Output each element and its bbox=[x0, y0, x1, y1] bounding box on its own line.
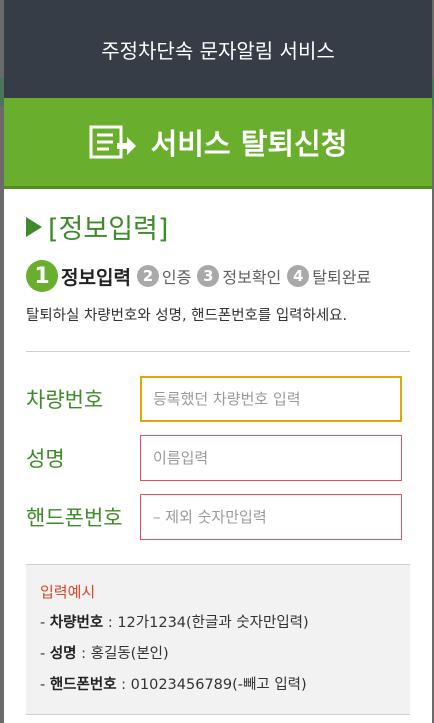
example-key: 차량번호 bbox=[49, 615, 104, 631]
example-separator: : bbox=[76, 646, 91, 662]
banner: 서비스 탈퇴신청 bbox=[4, 98, 432, 189]
content: [정보입력] 1 정보입력 2 인증 3 정보확인 4 탈퇴완료 탈퇴하실 차량… bbox=[4, 207, 432, 715]
example-value: 01023456789(-빼고 입력) bbox=[130, 677, 307, 693]
step-1: 1 정보입력 bbox=[26, 260, 131, 292]
phone-number-input[interactable] bbox=[140, 494, 402, 540]
step-2: 2 인증 bbox=[136, 264, 192, 288]
input-example-box: 입력예시 - 차량번호 : 12가1234(한글과 숫자만입력) - 성명 : … bbox=[26, 564, 410, 715]
step-3: 3 정보확인 bbox=[197, 264, 281, 288]
modal-title: 주정차단속 문자알림 서비스 bbox=[101, 38, 335, 63]
step-2-number-icon: 2 bbox=[136, 265, 159, 287]
example-bullet: - bbox=[40, 677, 50, 693]
document-arrow-icon bbox=[89, 125, 136, 159]
phone-row: 핸드폰번호 bbox=[26, 494, 410, 540]
step-1-label: 정보입력 bbox=[61, 266, 131, 289]
example-bullet: - bbox=[40, 615, 50, 631]
example-key: 성명 bbox=[49, 646, 77, 662]
name-row: 성명 bbox=[26, 435, 410, 481]
step-indicator: 1 정보입력 2 인증 3 정보확인 4 탈퇴완료 bbox=[26, 260, 410, 292]
example-line-phone: - 핸드폰번호 : 01023456789(-빼고 입력) bbox=[40, 673, 396, 694]
example-separator: : bbox=[116, 677, 131, 693]
step-2-label: 인증 bbox=[161, 268, 192, 287]
example-bullet: - bbox=[40, 646, 50, 662]
section-title: [정보입력] bbox=[48, 214, 169, 245]
divider bbox=[26, 351, 410, 352]
step-3-label: 정보확인 bbox=[222, 268, 282, 287]
name-input[interactable] bbox=[140, 435, 402, 481]
step-4: 4 탈퇴완료 bbox=[287, 264, 371, 288]
example-value: 12가1234(한글과 숫자만입력) bbox=[117, 615, 309, 631]
example-value: 홍길동(본인) bbox=[90, 646, 169, 662]
section-heading: [정보입력] bbox=[26, 207, 410, 246]
example-separator: : bbox=[103, 615, 118, 631]
step-1-number-icon: 1 bbox=[26, 260, 58, 292]
step-4-label: 탈퇴완료 bbox=[312, 268, 372, 287]
name-label: 성명 bbox=[26, 447, 65, 471]
triangle-right-icon bbox=[26, 216, 42, 237]
example-line-vehicle: - 차량번호 : 12가1234(한글과 숫자만입력) bbox=[40, 611, 396, 632]
vehicle-number-input[interactable] bbox=[140, 376, 402, 422]
vehicle-row: 차량번호 bbox=[26, 376, 410, 422]
example-key: 핸드폰번호 bbox=[49, 677, 117, 693]
vehicle-label: 차량번호 bbox=[26, 388, 104, 412]
modal-header: 주정차단속 문자알림 서비스 bbox=[4, 0, 432, 98]
banner-title: 서비스 탈퇴신청 bbox=[150, 127, 348, 161]
example-title: 입력예시 bbox=[40, 583, 96, 601]
example-line-name: - 성명 : 홍길동(본인) bbox=[40, 642, 396, 663]
withdrawal-modal: 주정차단속 문자알림 서비스 서비스 탈퇴신청 [정보입력] 1 정보입력 2 … bbox=[4, 0, 432, 723]
instruction-text: 탈퇴하실 차량번호와 성명, 핸드폰번호를 입력하세요. bbox=[26, 308, 348, 324]
step-3-number-icon: 3 bbox=[197, 265, 220, 287]
step-4-number-icon: 4 bbox=[287, 265, 310, 287]
phone-label: 핸드폰번호 bbox=[26, 506, 123, 530]
withdrawal-form: 차량번호 성명 핸드폰번호 bbox=[26, 376, 410, 540]
